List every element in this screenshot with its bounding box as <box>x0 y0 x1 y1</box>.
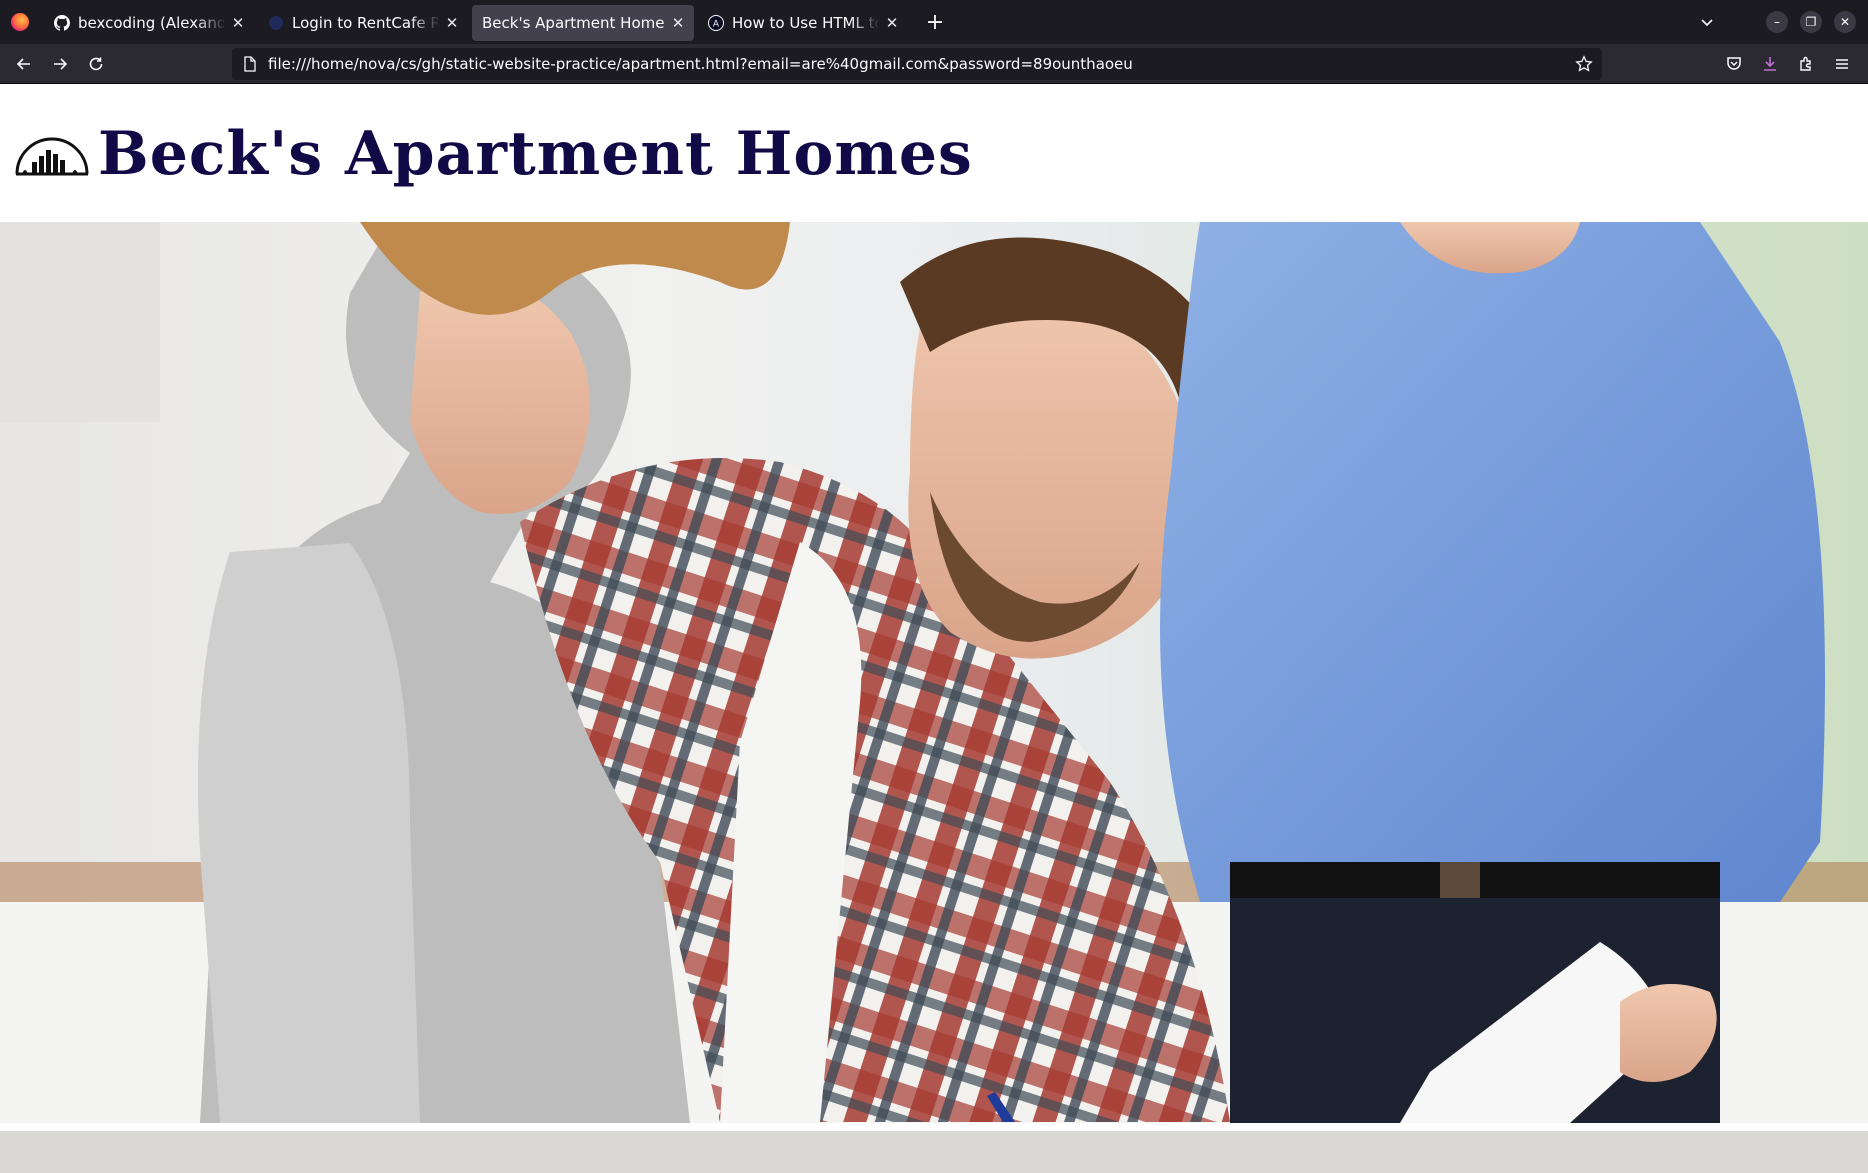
page-icon <box>232 56 268 72</box>
back-icon[interactable] <box>6 48 42 80</box>
site-header: Beck's Apartment Homes <box>0 85 1868 222</box>
app-menu-icon[interactable] <box>1824 48 1860 80</box>
rentcafe-icon <box>268 15 284 31</box>
close-tab-icon[interactable]: ✕ <box>444 14 460 32</box>
close-tab-icon[interactable]: ✕ <box>230 14 246 32</box>
tab-github[interactable]: bexcoding (Alexander Beck) ✕ <box>44 5 254 41</box>
downloads-icon[interactable] <box>1752 48 1788 80</box>
forward-icon[interactable] <box>42 48 78 80</box>
close-tab-icon[interactable]: ✕ <box>884 14 900 32</box>
restore-window-button[interactable]: ❐ <box>1800 11 1822 33</box>
footer-strip <box>0 1131 1868 1173</box>
tab-freecodecamp[interactable]: A How to Use HTML to Open ✕ <box>698 5 908 41</box>
tab-title: Beck's Apartment Homes <box>482 14 664 32</box>
couple-signing-lease-photo <box>0 222 1868 1123</box>
firefox-menu-icon[interactable] <box>0 0 40 44</box>
freecodecamp-icon: A <box>708 15 724 31</box>
address-bar[interactable]: file:///home/nova/cs/gh/static-website-p… <box>232 48 1602 80</box>
navigation-toolbar: file:///home/nova/cs/gh/static-website-p… <box>0 44 1868 84</box>
city-skyline-logo-icon <box>15 137 89 175</box>
hero-image <box>0 222 1868 1123</box>
github-icon <box>54 15 70 31</box>
site-title: Beck's Apartment Homes <box>98 118 973 189</box>
svg-text:A: A <box>713 20 720 30</box>
minimize-window-button[interactable]: – <box>1766 11 1788 33</box>
close-tab-icon[interactable]: ✕ <box>670 14 686 32</box>
extensions-icon[interactable] <box>1788 48 1824 80</box>
close-window-button[interactable]: ✕ <box>1834 11 1856 33</box>
tab-strip: bexcoding (Alexander Beck) ✕ Login to Re… <box>0 0 1868 44</box>
url-text[interactable]: file:///home/nova/cs/gh/static-website-p… <box>268 55 1566 73</box>
web-page: Beck's Apartment Homes <box>0 85 1868 1173</box>
reload-icon[interactable] <box>78 48 114 80</box>
pocket-icon[interactable] <box>1716 48 1752 80</box>
tab-becks-apartment-homes[interactable]: Beck's Apartment Homes ✕ <box>472 5 694 41</box>
tab-rentcafe[interactable]: Login to RentCafe Resident ✕ <box>258 5 468 41</box>
list-all-tabs-icon[interactable] <box>1692 7 1722 37</box>
bookmark-star-icon[interactable] <box>1566 55 1602 73</box>
new-tab-button[interactable]: + <box>918 5 952 39</box>
